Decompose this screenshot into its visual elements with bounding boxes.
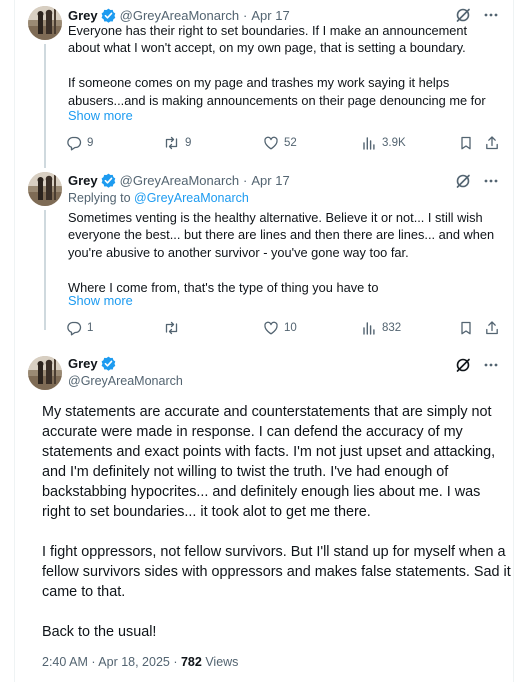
views-count: 832	[382, 322, 402, 334]
tweet-top-actions	[455, 173, 499, 189]
more-icon[interactable]	[483, 173, 499, 189]
like-button[interactable]: 52	[263, 135, 297, 151]
display-name[interactable]: Grey	[68, 8, 98, 23]
share-button[interactable]	[484, 135, 500, 151]
user-handle[interactable]: @GreyAreaMonarch	[120, 173, 239, 188]
tweet-timestamp[interactable]: 2:40 AM · Apr 18, 2025 ·	[42, 655, 181, 669]
views-button[interactable]: 3.9K	[361, 135, 406, 151]
avatar[interactable]	[28, 356, 62, 390]
user-handle[interactable]: @GreyAreaMonarch	[120, 8, 239, 23]
main-tweet-text: My statements are accurate and counterst…	[42, 404, 511, 640]
verified-badge-icon	[100, 7, 116, 23]
bookmark-button[interactable]	[458, 320, 474, 336]
verified-badge-icon	[100, 172, 116, 188]
replying-mention-link[interactable]: @GreyAreaMonarch	[134, 191, 249, 205]
share-icon	[486, 321, 498, 335]
reply-count: 1	[87, 322, 94, 334]
main-tweet: Grey @GreyAreaMonarch My statements are …	[14, 348, 513, 682]
separator: ·	[243, 7, 248, 23]
tweet-text: Everyone has their right to set boundari…	[68, 23, 486, 108]
show-more-link[interactable]: Show more	[68, 293, 133, 308]
verified-badge-icon	[100, 356, 116, 371]
tweet-2[interactable]: Grey @GreyAreaMonarch · Apr 17 Replying …	[14, 168, 513, 348]
display-name[interactable]: Grey	[68, 173, 98, 188]
share-button[interactable]	[484, 320, 500, 336]
views-count: 3.9K	[382, 137, 406, 149]
replying-to: Replying to @GreyAreaMonarch	[68, 191, 249, 205]
grok-icon[interactable]	[455, 357, 471, 373]
grok-icon[interactable]	[455, 173, 471, 189]
like-count: 52	[284, 137, 297, 149]
reply-button[interactable]: 1	[66, 320, 93, 336]
grok-icon[interactable]	[455, 7, 471, 23]
avatar[interactable]	[28, 172, 62, 206]
tweet-1[interactable]: Grey @GreyAreaMonarch · Apr 17 Everyone …	[14, 0, 513, 168]
views-label: Views	[201, 655, 239, 669]
share-icon	[486, 136, 498, 150]
tweet-actions: 1 10 832	[66, 320, 501, 340]
view-count: 782	[180, 655, 202, 669]
tweet-date[interactable]: Apr 17	[251, 8, 289, 23]
tweet-actions: 9 9 52 3.9K	[66, 135, 501, 155]
separator: ·	[243, 172, 248, 188]
like-button[interactable]: 10	[263, 320, 297, 336]
views-icon	[363, 322, 375, 335]
user-handle[interactable]: @GreyAreaMonarch	[68, 374, 183, 388]
bookmark-icon	[461, 136, 471, 150]
views-icon	[363, 137, 375, 150]
display-name[interactable]: Grey	[68, 356, 98, 371]
show-more-link[interactable]: Show more	[68, 108, 133, 123]
tweet-header: Grey @GreyAreaMonarch · Apr 17	[68, 170, 290, 190]
more-icon[interactable]	[483, 7, 499, 23]
main-name-row: Grey	[68, 356, 120, 371]
reply-icon	[67, 136, 82, 151]
tweet-top-actions	[455, 357, 499, 373]
more-icon[interactable]	[483, 357, 499, 373]
views-button[interactable]: 832	[361, 320, 401, 336]
reply-button[interactable]: 9	[66, 135, 93, 151]
tweet-top-actions	[455, 7, 499, 23]
repost-button[interactable]: 9	[163, 135, 191, 151]
bookmark-button[interactable]	[458, 135, 474, 151]
thread-connector	[44, 44, 46, 168]
repost-icon	[165, 321, 178, 335]
avatar[interactable]	[28, 6, 62, 40]
like-icon	[264, 136, 278, 150]
reply-count: 9	[87, 137, 94, 149]
thread-connector	[44, 210, 46, 330]
repost-button[interactable]	[163, 320, 185, 336]
repost-icon	[165, 136, 178, 150]
tweet-text: Sometimes venting is the healthy alterna…	[68, 210, 495, 295]
reply-icon	[67, 321, 82, 336]
like-icon	[264, 321, 278, 335]
replying-prefix: Replying to	[68, 191, 135, 205]
bookmark-icon	[461, 321, 471, 335]
tweet-meta: 2:40 AM · Apr 18, 2025 · 782 Views	[42, 655, 238, 669]
repost-count: 9	[185, 137, 192, 149]
like-count: 10	[284, 322, 297, 334]
tweet-date[interactable]: Apr 17	[251, 173, 289, 188]
